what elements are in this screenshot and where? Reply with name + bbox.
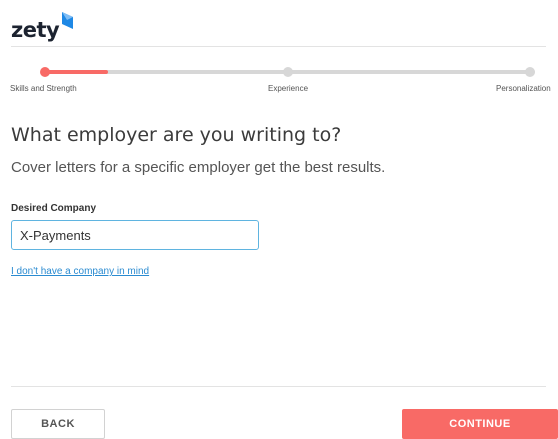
desired-company-input[interactable] bbox=[11, 220, 259, 250]
header-divider bbox=[11, 46, 546, 47]
footer-divider bbox=[11, 386, 546, 387]
no-company-link[interactable]: I don't have a company in mind bbox=[11, 266, 149, 277]
progress-track-fill bbox=[45, 70, 108, 74]
zety-logo-mark-icon bbox=[62, 12, 73, 29]
step-dot-personalization bbox=[525, 67, 535, 77]
desired-company-label: Desired Company bbox=[11, 203, 97, 214]
step-dot-skills bbox=[40, 67, 50, 77]
progress-stepper: Skills and Strength Experience Personali… bbox=[0, 63, 558, 95]
step-dot-experience bbox=[283, 67, 293, 77]
back-button[interactable]: BACK bbox=[11, 409, 105, 439]
continue-button[interactable]: CONTINUE bbox=[402, 409, 558, 439]
step-label-personalization: Personalization bbox=[496, 84, 551, 93]
page-title: What employer are you writing to? bbox=[11, 124, 342, 146]
step-label-skills: Skills and Strength bbox=[10, 84, 77, 93]
page-subtitle: Cover letters for a specific employer ge… bbox=[11, 159, 386, 176]
step-label-experience: Experience bbox=[268, 84, 309, 93]
brand-name: zety bbox=[11, 18, 60, 42]
